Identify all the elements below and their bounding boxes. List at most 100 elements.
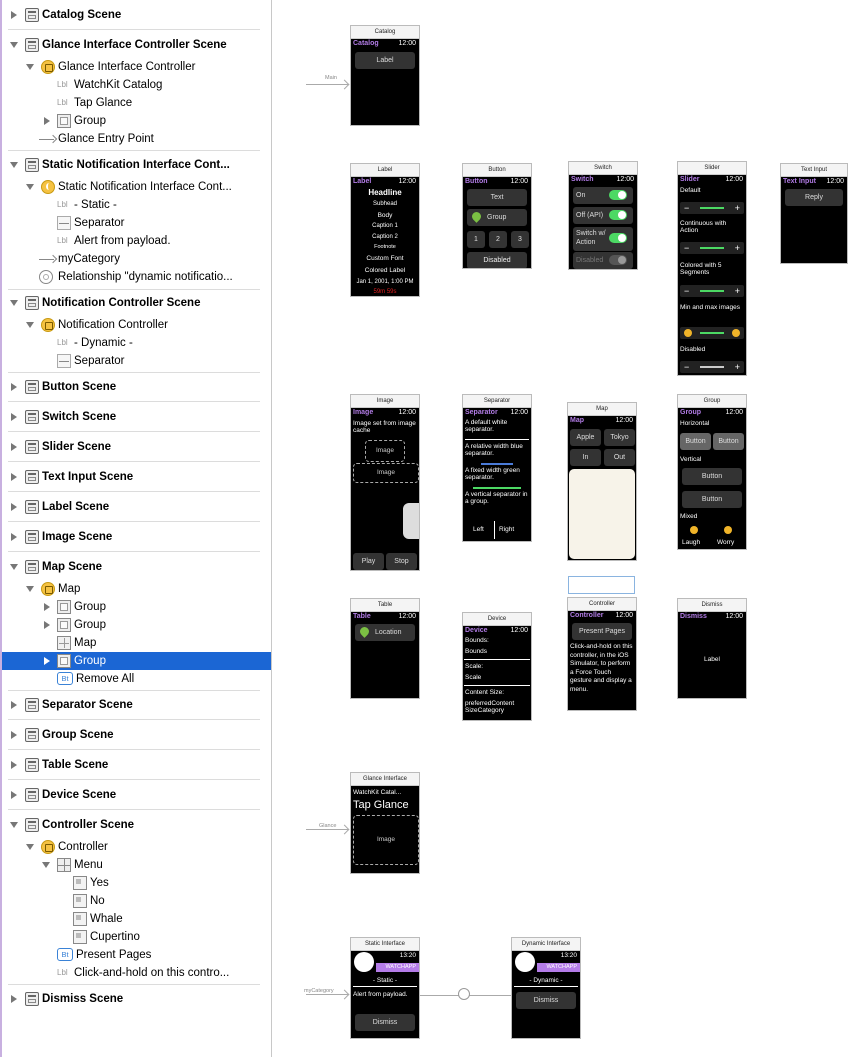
switch-with-action[interactable]: Switch w/ Action — [573, 227, 633, 251]
disclosure-closed-icon[interactable] — [11, 760, 17, 769]
zoom-out-button[interactable]: Out — [604, 449, 635, 466]
disclosure-open-icon[interactable] — [10, 300, 18, 306]
dismiss-controller[interactable]: Dismiss Dismiss 12:00 Label — [677, 598, 747, 699]
switch-off-api[interactable]: Off (API) — [573, 207, 633, 224]
tokyo-button[interactable]: Tokyo — [604, 429, 635, 446]
outline-row-menu-item[interactable]: No — [2, 892, 271, 910]
disclosure-open-icon[interactable] — [10, 162, 18, 168]
outline-row-controller[interactable]: Controller — [2, 838, 271, 856]
outline-row-slider-scene[interactable]: Slider Scene — [2, 438, 271, 456]
label-controller[interactable]: Label Label 12:00 Headline Subhead Body C… — [350, 163, 420, 297]
outline-row-label-item[interactable]: Lbl - Dynamic - — [2, 334, 271, 352]
toggle-on-icon[interactable] — [609, 210, 627, 220]
colored-slider[interactable]: − + — [680, 285, 744, 297]
minus-icon[interactable]: − — [684, 285, 689, 297]
outline-row-static-notif-scene[interactable]: Static Notification Interface Cont... — [2, 156, 271, 174]
separator-controller[interactable]: Separator Separator 12:00 A default white… — [462, 394, 532, 542]
table-row[interactable]: Location — [355, 624, 415, 641]
dismiss-button[interactable]: Dismiss — [355, 1014, 415, 1031]
outline-row-present-pages[interactable]: Bt Present Pages — [2, 946, 271, 964]
dismiss-button[interactable]: Dismiss — [516, 992, 576, 1009]
outline-row-relationship[interactable]: Relationship "dynamic notificatio... — [2, 268, 271, 286]
slider-controller[interactable]: Slider Slider 12:00 Default − + Continuous… — [677, 161, 747, 376]
disclosure-open-icon[interactable] — [26, 184, 34, 190]
outline-row-group[interactable]: Group — [2, 598, 271, 616]
disclosure-open-icon[interactable] — [10, 564, 18, 570]
outline-row-entry-point[interactable]: Glance Entry Point — [2, 130, 271, 148]
apple-button[interactable]: Apple — [570, 429, 601, 446]
textinput-controller[interactable]: Text Input Text Input 12:00 Reply — [780, 163, 848, 264]
outline-row-switch-scene[interactable]: Switch Scene — [2, 408, 271, 426]
outline-row-notification-controller[interactable]: Notification Controller — [2, 316, 271, 334]
minmax-slider[interactable] — [680, 327, 744, 339]
group-button[interactable]: Group — [467, 209, 527, 226]
outline-row-textinput-scene[interactable]: Text Input Scene — [2, 468, 271, 486]
zoom-in-button[interactable]: In — [570, 449, 601, 466]
switch-on[interactable]: On — [573, 187, 633, 204]
outline-row-remove-all[interactable]: Bt Remove All — [2, 670, 271, 688]
glance-entry-arrow[interactable] — [306, 829, 348, 830]
number-button-3[interactable]: 3 — [511, 231, 529, 248]
disabled-button[interactable]: Disabled — [467, 252, 527, 268]
disclosure-closed-icon[interactable] — [11, 382, 17, 391]
default-slider[interactable]: − + — [680, 202, 744, 214]
outline-row-map[interactable]: Map — [2, 634, 271, 652]
disclosure-closed-icon[interactable] — [44, 656, 50, 665]
plus-icon[interactable]: + — [735, 242, 740, 254]
max-emoji-icon[interactable] — [732, 329, 740, 337]
outline-row-category[interactable]: myCategory — [2, 250, 271, 268]
main-entry-arrow[interactable] — [306, 84, 348, 85]
disclosure-closed-icon[interactable] — [11, 10, 17, 19]
disclosure-closed-icon[interactable] — [11, 532, 17, 541]
category-entry-arrow[interactable] — [306, 994, 348, 995]
horizontal-button-2[interactable]: Button — [713, 433, 744, 450]
dynamic-interface-controller[interactable]: Dynamic Interface 13:20 WATCHAPP - Dynam… — [511, 937, 581, 1039]
outline-row-notification-scene[interactable]: Notification Controller Scene — [2, 294, 271, 312]
disclosure-open-icon[interactable] — [26, 64, 34, 70]
disclosure-open-icon[interactable] — [42, 862, 50, 868]
relationship-segue-icon[interactable] — [458, 988, 470, 1000]
static-interface-controller[interactable]: Static Interface 13:20 WATCHAPP - Static… — [350, 937, 420, 1039]
outline-row-map-scene[interactable]: Map Scene — [2, 558, 271, 576]
outline-row-menu[interactable]: Menu — [2, 856, 271, 874]
text-button[interactable]: Text — [467, 189, 527, 206]
outline-row-label-scene[interactable]: Label Scene — [2, 498, 271, 516]
outline-row-controller-scene[interactable]: Controller Scene — [2, 816, 271, 834]
outline-row-separator-scene[interactable]: Separator Scene — [2, 696, 271, 714]
number-button-2[interactable]: 2 — [489, 231, 507, 248]
outline-row-label-item[interactable]: Lbl WatchKit Catalog — [2, 76, 271, 94]
disclosure-closed-icon[interactable] — [11, 502, 17, 511]
plus-icon[interactable]: + — [735, 202, 740, 214]
outline-row-menu-item[interactable]: Whale — [2, 910, 271, 928]
vertical-button-2[interactable]: Button — [682, 491, 742, 508]
switch-disabled[interactable]: Disabled — [573, 252, 633, 269]
disclosure-open-icon[interactable] — [26, 322, 34, 328]
outline-row-device-scene[interactable]: Device Scene — [2, 786, 271, 804]
outline-row-group[interactable]: Group — [2, 112, 271, 130]
outline-row-glance-scene[interactable]: Glance Interface Controller Scene — [2, 36, 271, 54]
minus-icon[interactable]: − — [684, 202, 689, 214]
disclosure-closed-icon[interactable] — [11, 790, 17, 799]
continuous-slider[interactable]: − + — [680, 242, 744, 254]
outline-row-table-scene[interactable]: Table Scene — [2, 756, 271, 774]
toggle-on-icon[interactable] — [609, 190, 627, 200]
button-controller[interactable]: Button Button 12:00 Text Group 1 2 3 Disa… — [462, 163, 532, 269]
outline-row-label-item[interactable]: Lbl - Static - — [2, 196, 271, 214]
image-controller[interactable]: Image Image 12:00 Image set from image ca… — [350, 394, 420, 571]
device-controller[interactable]: Device Device 12:00 Bounds: Bounds Scale:… — [462, 612, 532, 721]
outline-row-group[interactable]: Group — [2, 616, 271, 634]
vertical-button-1[interactable]: Button — [682, 468, 742, 485]
map-controller[interactable]: Map Map 12:00 Apple Tokyo In Out — [567, 402, 637, 561]
reply-button[interactable]: Reply — [785, 189, 843, 206]
catalog-controller[interactable]: Catalog Catalog 12:00 Label — [350, 25, 420, 126]
outline-row-static-notif-controller[interactable]: Static Notification Interface Cont... — [2, 178, 271, 196]
disclosure-closed-icon[interactable] — [11, 412, 17, 421]
disclosure-open-icon[interactable] — [26, 586, 34, 592]
switch-controller[interactable]: Switch Switch 12:00 On Off (API) Switch w… — [568, 161, 638, 270]
play-button[interactable]: Play — [353, 553, 384, 570]
plus-icon[interactable]: + — [735, 285, 740, 297]
outline-row-group-scene[interactable]: Group Scene — [2, 726, 271, 744]
disclosure-closed-icon[interactable] — [11, 442, 17, 451]
outline-row-map-controller[interactable]: Map — [2, 580, 271, 598]
outline-row-image-scene[interactable]: Image Scene — [2, 528, 271, 546]
